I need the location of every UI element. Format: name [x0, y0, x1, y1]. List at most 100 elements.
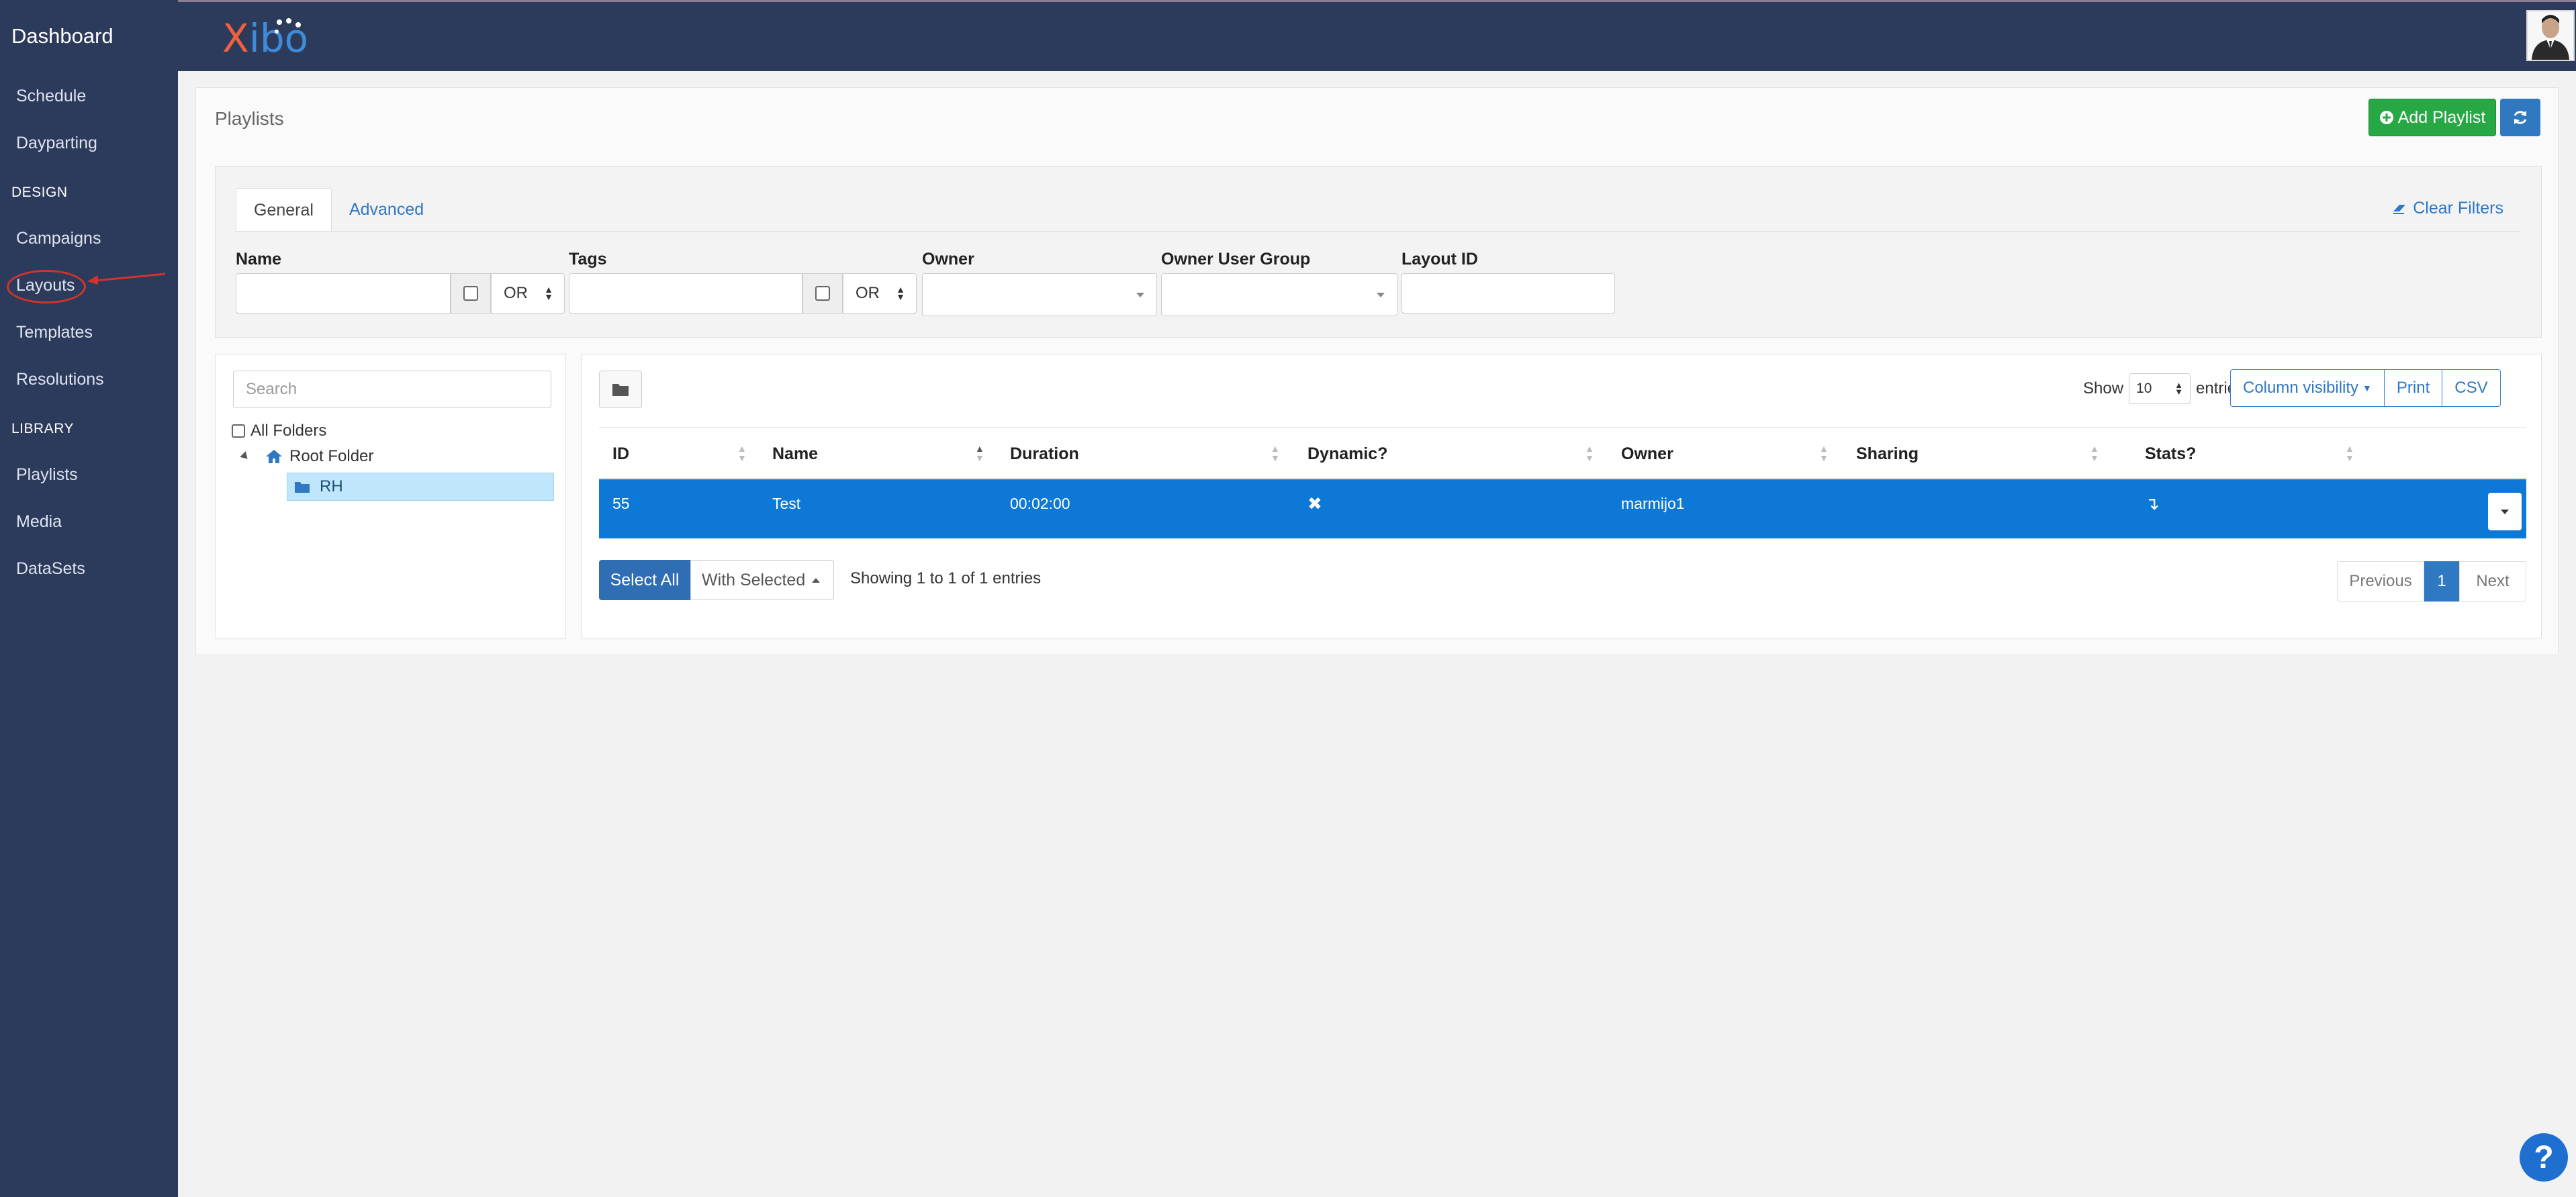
refresh-button[interactable]: [2500, 99, 2540, 136]
with-selected-button[interactable]: With Selected: [690, 560, 834, 600]
refresh-icon: [2514, 111, 2527, 124]
table-header: ID ▲ ▼ Name ▲ ▼ Duration ▲ ▼ Dynamic? ▲ ▼ Ow…: [599, 427, 2526, 479]
sidebar-item-dayparting[interactable]: Dayparting: [0, 119, 178, 166]
owner-group-filter-label: Owner User Group: [1161, 250, 1311, 269]
with-selected-label: With Selected: [702, 570, 806, 589]
table-row[interactable]: 55 Test 00:02:00 ✖ marmijo1 ↴: [599, 479, 2526, 538]
folder-icon: [612, 384, 629, 396]
folder-tree-panel: Search All Folders Root Folder RH: [215, 354, 566, 638]
sort-icon[interactable]: ▲ ▼: [737, 444, 747, 463]
column-header-dynamic[interactable]: Dynamic?: [1307, 428, 1387, 480]
sidebar-item-media[interactable]: Media: [0, 498, 178, 545]
all-folders-option[interactable]: All Folders: [232, 422, 326, 440]
layout-id-filter-input[interactable]: [1401, 273, 1615, 314]
cell-owner: marmijo1: [1621, 495, 1685, 512]
root-folder-node[interactable]: Root Folder: [240, 447, 374, 466]
folder-search-input[interactable]: Search: [233, 371, 551, 408]
sidebar-item-playlists[interactable]: Playlists: [0, 451, 178, 498]
pagination-next[interactable]: Next: [2459, 561, 2526, 602]
folder-node-rh[interactable]: RH: [287, 473, 554, 501]
layout-id-filter-label: Layout ID: [1401, 250, 1478, 269]
cell-dynamic-cross-icon: ✖: [1307, 493, 1322, 514]
caret-up-icon: [812, 577, 821, 583]
name-logic-value: OR: [504, 284, 528, 302]
name-filter-input[interactable]: [236, 273, 451, 314]
cell-stats-icon: ↴: [2145, 493, 2160, 514]
sidebar: Dashboard Schedule Dayparting DESIGN Cam…: [0, 0, 178, 1197]
sidebar-brand-dashboard[interactable]: Dashboard: [0, 0, 178, 73]
eraser-icon: [2393, 205, 2406, 214]
tags-logic-select[interactable]: OR ▲ ▼: [843, 273, 917, 314]
sort-icon[interactable]: ▲ ▼: [1819, 444, 1829, 463]
updown-icon: ▲ ▼: [544, 284, 553, 302]
pagination-page-1[interactable]: 1: [2424, 561, 2459, 602]
sidebar-item-schedule[interactable]: Schedule: [0, 73, 178, 119]
page-length-value: 10: [2136, 381, 2152, 396]
column-header-duration[interactable]: Duration: [1010, 428, 1079, 480]
row-actions-dropdown[interactable]: [2488, 493, 2522, 530]
show-label: Show: [2083, 379, 2124, 397]
chevron-down-icon: [1377, 293, 1385, 297]
sidebar-section-design: DESIGN: [11, 185, 68, 200]
csv-button[interactable]: CSV: [2442, 369, 2501, 407]
all-folders-checkbox[interactable]: [232, 424, 245, 438]
logo-dots-icon: [275, 18, 301, 34]
tags-exact-checkbox[interactable]: [815, 286, 830, 301]
column-visibility-label: Column visibility: [2243, 379, 2359, 397]
name-logic-select[interactable]: OR ▲ ▼: [491, 273, 565, 314]
add-playlist-button[interactable]: Add Playlist: [2368, 99, 2496, 136]
table-info: Showing 1 to 1 of 1 entries: [850, 569, 1042, 587]
column-header-id[interactable]: ID: [612, 428, 629, 480]
page-title: Playlists: [215, 108, 284, 129]
owner-group-filter-select[interactable]: [1161, 273, 1397, 316]
annotation-arrow: [87, 273, 166, 285]
column-header-owner[interactable]: Owner: [1621, 428, 1673, 480]
page-length-control: Show 10 ▲ ▼ entries: [2083, 373, 2244, 404]
name-exact-checkbox[interactable]: [463, 286, 478, 301]
tags-filter-label: Tags: [569, 250, 607, 269]
sort-icon[interactable]: ▲ ▼: [2090, 444, 2099, 463]
sidebar-item-templates[interactable]: Templates: [0, 309, 178, 356]
column-header-sharing[interactable]: Sharing: [1856, 428, 1919, 480]
sidebar-item-resolutions[interactable]: Resolutions: [0, 356, 178, 403]
clear-filters-label: Clear Filters: [2413, 199, 2503, 218]
column-header-name[interactable]: Name: [772, 428, 818, 480]
updown-icon: ▲ ▼: [896, 284, 905, 302]
sort-icon[interactable]: ▲ ▼: [1585, 444, 1594, 463]
tags-logic-value: OR: [856, 284, 880, 302]
cell-name: Test: [772, 495, 801, 512]
sidebar-item-campaigns[interactable]: Campaigns: [0, 215, 178, 262]
select-all-button[interactable]: Select All: [599, 560, 690, 600]
clear-filters-link[interactable]: Clear Filters: [2392, 199, 2503, 218]
user-avatar[interactable]: [2526, 10, 2575, 61]
folder-toggle-button[interactable]: [599, 371, 642, 408]
pagination-previous[interactable]: Previous: [2337, 561, 2424, 602]
add-playlist-label: Add Playlist: [2397, 107, 2486, 127]
filter-panel: General Advanced Clear Filters Name OR ▲ ▼…: [215, 166, 2542, 338]
chevron-down-icon: [2501, 509, 2509, 514]
annotation-circle: [7, 270, 86, 303]
print-button[interactable]: Print: [2384, 369, 2443, 407]
user-avatar-icon: [2532, 15, 2569, 60]
owner-filter-select[interactable]: [922, 273, 1157, 316]
tab-advanced[interactable]: Advanced: [332, 188, 441, 231]
help-button[interactable]: ?: [2520, 1133, 2568, 1182]
sort-icon[interactable]: ▲ ▼: [2345, 444, 2354, 463]
table-export-buttons: Column visibility ▼ Print CSV: [2230, 369, 2501, 407]
root-folder-label: Root Folder: [289, 447, 374, 465]
page-length-select[interactable]: 10 ▲ ▼: [2129, 373, 2191, 404]
sort-asc-icon[interactable]: ▲ ▼: [975, 444, 984, 463]
tags-filter-input[interactable]: [569, 273, 802, 314]
sidebar-item-datasets[interactable]: DataSets: [0, 545, 178, 592]
column-visibility-button[interactable]: Column visibility ▼: [2230, 369, 2385, 407]
cell-duration: 00:02:00: [1010, 495, 1070, 512]
sidebar-item-layouts-wrapper: Layouts: [0, 262, 178, 309]
updown-icon: ▲ ▼: [2174, 380, 2184, 397]
tab-general[interactable]: General: [236, 188, 332, 231]
folder-icon: [295, 482, 310, 493]
sort-icon[interactable]: ▲ ▼: [1271, 444, 1280, 463]
folder-label-rh: RH: [320, 477, 343, 495]
column-header-stats[interactable]: Stats?: [2145, 428, 2196, 480]
logo-letter-x: X: [222, 15, 249, 61]
tree-collapse-icon[interactable]: [240, 451, 250, 462]
